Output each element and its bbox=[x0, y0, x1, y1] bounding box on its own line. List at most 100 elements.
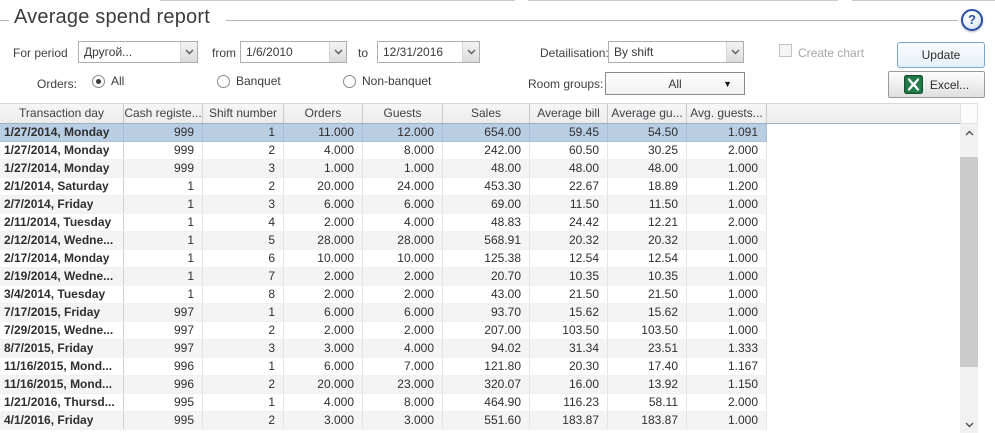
table-row[interactable]: 1/21/2016, Thursd...99514.0008.000464.90… bbox=[0, 394, 767, 412]
table-row[interactable]: 3/4/2014, Tuesday182.0002.00043.0021.502… bbox=[0, 286, 767, 304]
table-row[interactable]: 8/7/2015, Friday99733.0004.00094.0231.34… bbox=[0, 340, 767, 358]
scroll-down-button[interactable] bbox=[960, 416, 978, 433]
table-cell: 20.70 bbox=[443, 268, 530, 285]
chevron-down-icon[interactable] bbox=[462, 42, 479, 62]
chevron-down-icon[interactable] bbox=[726, 42, 743, 62]
scrollbar-thumb[interactable] bbox=[960, 157, 978, 367]
table-row[interactable]: 2/17/2014, Monday1610.00010.000125.3812.… bbox=[0, 250, 767, 268]
table-cell: 2.000 bbox=[284, 214, 363, 231]
table-cell: 24.000 bbox=[363, 178, 443, 195]
page-title: Average spend report bbox=[14, 6, 210, 29]
table-cell: 207.00 bbox=[443, 322, 530, 339]
table-cell: 6 bbox=[203, 250, 284, 267]
groupbox-border bbox=[226, 20, 958, 21]
header-cell[interactable]: Sales bbox=[443, 104, 530, 123]
table-row[interactable]: 11/16/2015, Mond...996220.00023.000320.0… bbox=[0, 376, 767, 394]
from-date-select[interactable]: 1/6/2010 bbox=[240, 41, 347, 63]
table-cell: 1.000 bbox=[687, 250, 767, 267]
table-cell: 2.000 bbox=[284, 268, 363, 285]
excel-icon bbox=[904, 75, 923, 94]
window-artifact bbox=[852, 0, 995, 3]
excel-button[interactable]: Excel... bbox=[888, 71, 985, 98]
help-button[interactable]: ? bbox=[961, 9, 983, 31]
table-cell: 1.200 bbox=[687, 178, 767, 195]
create-chart-checkbox bbox=[779, 44, 792, 57]
table-row[interactable]: 7/29/2015, Wedne...99722.0002.000207.001… bbox=[0, 322, 767, 340]
header-cell[interactable]: Transaction day bbox=[0, 104, 124, 123]
table-cell: 93.70 bbox=[443, 304, 530, 321]
header-cell[interactable]: Average gu... bbox=[608, 104, 687, 123]
table-cell: 1 bbox=[203, 358, 284, 375]
room-groups-value: All bbox=[668, 77, 681, 91]
table-row[interactable]: 2/11/2014, Tuesday142.0004.00048.8324.42… bbox=[0, 214, 767, 232]
vertical-scrollbar[interactable] bbox=[960, 124, 978, 433]
table-row[interactable]: 2/12/2014, Wedne...1528.00028.000568.912… bbox=[0, 232, 767, 250]
excel-button-label: Excel... bbox=[930, 78, 969, 92]
header-cell[interactable]: Avg. guests... bbox=[687, 104, 767, 123]
table-cell: 1.000 bbox=[687, 322, 767, 339]
orders-radio-all[interactable]: All bbox=[92, 74, 124, 88]
table-cell: 2/7/2014, Friday bbox=[0, 196, 124, 213]
table-row[interactable]: 1/27/2014, Monday99931.0001.00048.0048.0… bbox=[0, 160, 767, 178]
table-cell: 6.000 bbox=[363, 304, 443, 321]
table-cell: 997 bbox=[124, 322, 203, 339]
table-row[interactable]: 2/1/2014, Saturday1220.00024.000453.3022… bbox=[0, 178, 767, 196]
table-row[interactable]: 1/27/2014, Monday999111.00012.000654.005… bbox=[0, 124, 767, 142]
table-cell: 8 bbox=[203, 286, 284, 303]
table-cell: 11/16/2015, Mond... bbox=[0, 358, 124, 375]
average-spend-report-window: { "title": "Average spend report", "help… bbox=[0, 0, 995, 433]
table-cell: 1.000 bbox=[363, 160, 443, 177]
table-cell: 28.000 bbox=[363, 232, 443, 249]
table-cell: 1.000 bbox=[687, 268, 767, 285]
header-cell[interactable]: Orders bbox=[284, 104, 363, 123]
table-cell: 568.91 bbox=[443, 232, 530, 249]
header-cell[interactable]: Cash registe... bbox=[124, 104, 203, 123]
table-cell: 12.54 bbox=[608, 250, 687, 267]
table-cell: 2/1/2014, Saturday bbox=[0, 178, 124, 195]
table-cell: 3/4/2014, Tuesday bbox=[0, 286, 124, 303]
table-cell: 8.000 bbox=[363, 142, 443, 159]
table-cell: 1.333 bbox=[687, 340, 767, 357]
table-cell: 20.32 bbox=[530, 232, 608, 249]
table-cell: 48.00 bbox=[443, 160, 530, 177]
table-cell: 22.67 bbox=[530, 178, 608, 195]
header-cell[interactable]: Average bill bbox=[530, 104, 608, 123]
to-date-select[interactable]: 12/31/2016 bbox=[377, 41, 480, 63]
table-cell: 60.50 bbox=[530, 142, 608, 159]
chevron-down-icon[interactable] bbox=[180, 42, 197, 62]
table-row[interactable]: 7/17/2015, Friday99716.0006.00093.7015.6… bbox=[0, 304, 767, 322]
orders-radio-non-banquet[interactable]: Non-banquet bbox=[343, 74, 431, 88]
table-cell: 242.00 bbox=[443, 142, 530, 159]
detailisation-select[interactable]: By shift bbox=[608, 41, 744, 63]
table-cell: 7 bbox=[203, 268, 284, 285]
table-cell: 2 bbox=[203, 412, 284, 429]
for-period-select[interactable]: Другой... bbox=[78, 41, 198, 63]
table-row[interactable]: 2/7/2014, Friday136.0006.00069.0011.5011… bbox=[0, 196, 767, 214]
table-cell: 8/7/2015, Friday bbox=[0, 340, 124, 357]
table-cell: 2/17/2014, Monday bbox=[0, 250, 124, 267]
table-cell: 3.000 bbox=[284, 412, 363, 429]
header-cell[interactable]: Shift number bbox=[203, 104, 284, 123]
for-period-value: Другой... bbox=[79, 45, 180, 59]
orders-radio-banquet[interactable]: Banquet bbox=[217, 74, 281, 88]
table-row[interactable]: 2/19/2014, Wedne...172.0002.00020.7010.3… bbox=[0, 268, 767, 286]
table-cell: 1 bbox=[124, 286, 203, 303]
table-row[interactable]: 4/1/2016, Friday99523.0003.000551.60183.… bbox=[0, 412, 767, 430]
table-cell: 6.000 bbox=[363, 196, 443, 213]
table-cell: 1.000 bbox=[687, 196, 767, 213]
table-row[interactable]: 11/16/2015, Mond...99616.0007.000121.802… bbox=[0, 358, 767, 376]
table-cell: 1 bbox=[203, 304, 284, 321]
table-row[interactable]: 1/27/2014, Monday99924.0008.000242.0060.… bbox=[0, 142, 767, 160]
scroll-up-button[interactable] bbox=[960, 124, 978, 141]
header-cell[interactable]: Guests bbox=[363, 104, 443, 123]
update-button[interactable]: Update bbox=[897, 42, 985, 68]
table-cell: 1 bbox=[124, 268, 203, 285]
room-groups-select[interactable]: All ▼ bbox=[605, 72, 745, 95]
table-cell: 999 bbox=[124, 160, 203, 177]
table-cell: 6.000 bbox=[284, 196, 363, 213]
table-cell: 1.091 bbox=[687, 124, 767, 141]
table-cell: 3 bbox=[203, 340, 284, 357]
table-cell: 2 bbox=[203, 142, 284, 159]
chevron-down-icon[interactable] bbox=[329, 42, 346, 62]
table-cell: 997 bbox=[124, 340, 203, 357]
